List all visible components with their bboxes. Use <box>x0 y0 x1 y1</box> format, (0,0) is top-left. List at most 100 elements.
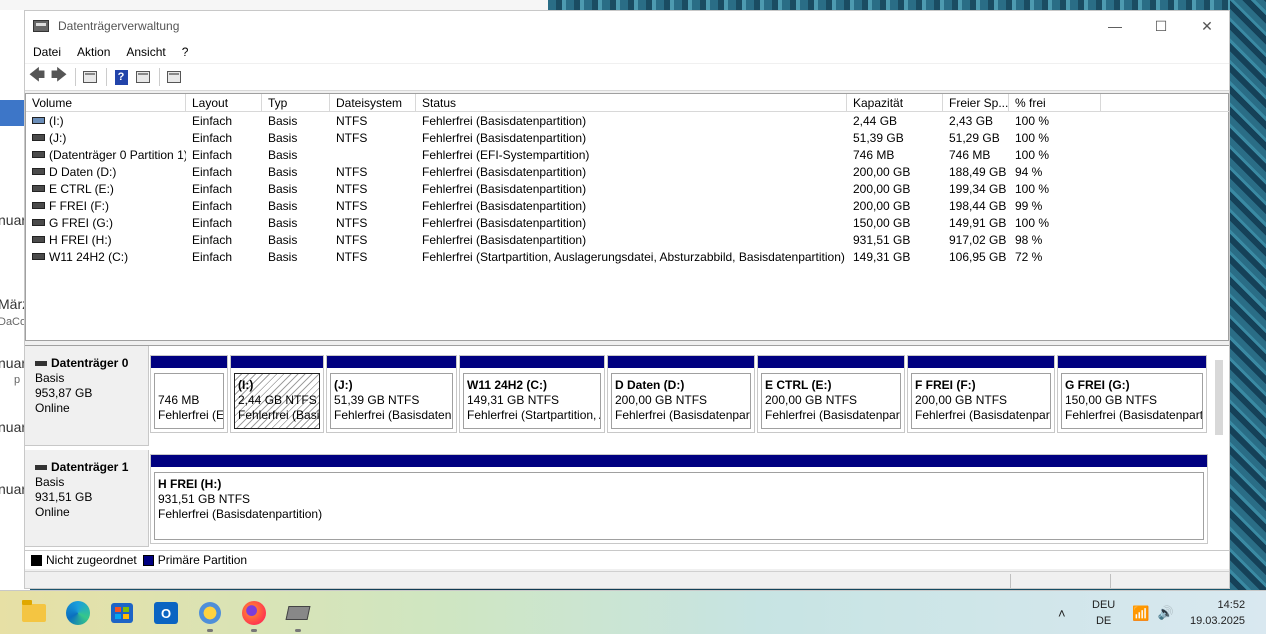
language-code: DEU <box>1092 599 1116 611</box>
cell-pct: 72 % <box>1015 250 1043 264</box>
disk-state: Online <box>35 401 70 415</box>
partition-block[interactable]: (J:)51,39 GB NTFSFehlerfrei (Basisdatenp… <box>326 355 457 433</box>
volume-icon <box>32 236 45 244</box>
tray-overflow-button[interactable]: ˄ <box>1058 591 1066 634</box>
action-pane-icon <box>136 71 150 83</box>
partition-block[interactable]: H FREI (H:) 931,51 GB NTFS Fehlerfrei (Bas… <box>150 454 1208 544</box>
partition-name: H FREI (H:) <box>158 477 222 491</box>
table-row[interactable]: D Daten (D:) Einfach Basis NTFS Fehlerfrei (… <box>26 164 1229 181</box>
cell-layout: Einfach <box>192 250 233 264</box>
partition-block[interactable]: E CTRL (E:) 200,00 GB NTFS Fehlerfrei (Bas… <box>757 355 905 433</box>
disk-0-label[interactable]: Datenträger 0 Basis 953,87 GB Online <box>25 346 149 446</box>
table-row[interactable]: (Datenträger 0 Partition 1) Einfach Basis F… <box>26 147 1229 164</box>
partition-size: 200,00 GB NTFS <box>915 393 1008 407</box>
cell-volume: (Datenträger 0 Partition 1) <box>26 147 186 164</box>
column-header-capacity[interactable]: Kapazität <box>847 94 943 112</box>
properties-button[interactable] <box>164 67 184 87</box>
wifi-icon: 📶 <box>1132 604 1150 621</box>
maximize-button[interactable]: ☐ <box>1138 11 1184 41</box>
partition-block[interactable]: W11 24H2 (C:) 149,31 GB NTFS Fehlerfrei (S… <box>459 355 605 433</box>
menu-bar: Datei Aktion Ansicht ? <box>25 41 1229 63</box>
menu-help[interactable]: ? <box>174 45 197 59</box>
cell-pct: 100 % <box>1015 114 1050 128</box>
cell-pct: 100 % <box>1015 216 1050 230</box>
table-row[interactable]: W11 24H2 (C:) Einfach Basis NTFS Fehlerfrei … <box>26 249 1229 266</box>
column-header-percent-free[interactable]: % frei <box>1009 94 1101 112</box>
partition-name: E CTRL (E:) <box>765 378 832 392</box>
column-header-status[interactable]: Status <box>416 94 847 112</box>
vertical-scrollbar[interactable] <box>1215 360 1223 435</box>
weather-button[interactable] <box>195 598 225 632</box>
menu-datei[interactable]: Datei <box>25 45 69 59</box>
cell-layout: Einfach <box>192 216 233 230</box>
partition-block[interactable]: G FREI (G:) 150,00 GB NTFS Fehlerfrei (Bas… <box>1057 355 1207 433</box>
cell-free: 198,44 GB <box>949 199 1007 213</box>
disk-type: Basis <box>35 475 65 489</box>
table-row[interactable]: E CTRL (E:) Einfach Basis NTFS Fehlerfrei (B… <box>26 181 1229 198</box>
forward-button[interactable]: 🡆 <box>49 67 69 87</box>
toolbar-separator <box>106 68 107 86</box>
table-row[interactable]: G FREI (G:) Einfach Basis NTFS Fehlerfrei (B… <box>26 215 1229 232</box>
minimize-button[interactable]: — <box>1092 11 1138 41</box>
menu-aktion[interactable]: Aktion <box>69 45 118 59</box>
volume-name: E CTRL (E:) <box>49 182 114 196</box>
partition-block[interactable]: D Daten (D:) 200,00 GB NTFS Fehlerfrei (Ba… <box>607 355 755 433</box>
disk-1-label[interactable]: Datenträger 1 Basis 931,51 GB Online <box>25 450 149 547</box>
cell-free: 106,95 GB <box>949 250 1007 264</box>
close-button[interactable]: ✕ <box>1184 11 1229 41</box>
cell-status: Fehlerfrei (Basisdatenpartition) <box>422 114 587 128</box>
table-row[interactable]: H FREI (H:) Einfach Basis NTFS Fehlerfrei (B… <box>26 232 1229 249</box>
store-button[interactable] <box>107 598 137 628</box>
console-tree-button[interactable] <box>80 67 100 87</box>
partition-block[interactable]: 746 MBFehlerfrei (EFI-Systempartition) <box>150 355 228 433</box>
network-volume-button[interactable]: 📶 🔊 <box>1132 591 1174 634</box>
partition-info: (J:)51,39 GB NTFSFehlerfrei (Basisdatenp… <box>330 373 453 429</box>
volume-icon <box>32 185 45 193</box>
partition-block[interactable]: F FREI (F:) 200,00 GB NTFS Fehlerfrei (Bas… <box>907 355 1055 433</box>
column-header-filesystem[interactable]: Dateisystem <box>330 94 416 112</box>
table-row[interactable]: (J:) Einfach Basis NTFS Fehlerfrei (Basisdat… <box>26 130 1229 147</box>
edge-button[interactable] <box>63 598 93 628</box>
outlook-button[interactable]: O <box>151 598 181 628</box>
table-row[interactable]: F FREI (F:) Einfach Basis NTFS Fehlerfrei (B… <box>26 198 1229 215</box>
cell-layout: Einfach <box>192 131 233 145</box>
column-header-layout[interactable]: Layout <box>186 94 262 112</box>
column-header-free-space[interactable]: Freier Sp... <box>943 94 1009 112</box>
volume-icon <box>32 134 45 142</box>
title-bar[interactable]: Datenträgerverwaltung — ☐ ✕ <box>25 11 1229 41</box>
cell-volume: G FREI (G:) <box>26 215 186 232</box>
cell-status: Fehlerfrei (Basisdatenpartition) <box>422 182 587 196</box>
cell-volume: F FREI (F:) <box>26 198 186 215</box>
cell-type: Basis <box>268 233 298 247</box>
background-text: nuar <box>0 481 27 497</box>
firefox-button[interactable] <box>239 598 269 632</box>
cell-volume: D Daten (D:) <box>26 164 186 181</box>
menu-ansicht[interactable]: Ansicht <box>118 45 173 59</box>
volume-name: W11 24H2 (C:) <box>49 250 129 264</box>
disk-row-1: Datenträger 1 Basis 931,51 GB Online H F… <box>25 450 1229 550</box>
column-header-volume[interactable]: Volume <box>26 94 186 112</box>
file-explorer-button[interactable] <box>19 598 49 628</box>
partition-name: D Daten (D:) <box>615 378 685 392</box>
disk-graphical-view: Datenträger 0 Basis 953,87 GB Online 746… <box>25 345 1229 550</box>
back-button[interactable]: 🡄 <box>27 67 47 87</box>
input-language-button[interactable]: DEU DE <box>1092 591 1115 634</box>
cell-type: Basis <box>268 216 298 230</box>
partition-type-bar <box>327 356 456 368</box>
clock-button[interactable]: 14:52 19.03.2025 <box>1190 591 1245 634</box>
partition-block[interactable]: (I:)2,44 GB NTFSFehlerfrei (Basisdatenpa… <box>230 355 324 433</box>
table-row[interactable]: (I:) Einfach Basis NTFS Fehlerfrei (Basisdat… <box>26 113 1229 130</box>
cell-layout: Einfach <box>192 199 233 213</box>
help-button[interactable]: ? <box>111 67 131 87</box>
cell-pct: 94 % <box>1015 165 1043 179</box>
disk-management-taskbar-button[interactable] <box>283 598 313 632</box>
partition-size: 149,31 GB NTFS <box>467 393 560 407</box>
partition-type-bar <box>231 356 323 368</box>
action-pane-button[interactable] <box>133 67 153 87</box>
partition-status: Fehlerfrei (Basisdatenpartition) <box>158 507 323 521</box>
cell-pct: 100 % <box>1015 148 1050 162</box>
cell-free: 188,49 GB <box>949 165 1007 179</box>
arrow-left-icon: 🡄 <box>28 66 46 84</box>
toolbar-separator <box>75 68 76 86</box>
column-header-type[interactable]: Typ <box>262 94 330 112</box>
